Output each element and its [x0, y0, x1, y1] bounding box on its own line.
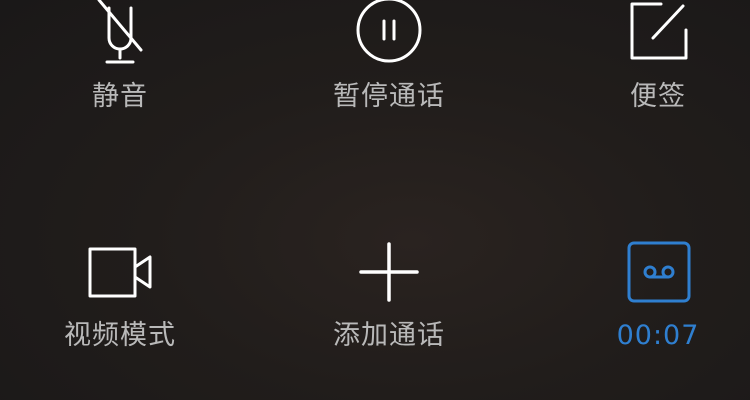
plus-icon	[354, 237, 424, 307]
video-mode-button[interactable]: 视频模式	[0, 237, 245, 353]
notes-label: 便签	[630, 81, 686, 112]
hold-call-button[interactable]: 暂停通话	[264, 0, 514, 114]
mute-button[interactable]: 静音	[0, 0, 245, 114]
add-call-label: 添加通话	[333, 320, 445, 351]
notes-button[interactable]: 便签	[533, 0, 750, 114]
mute-label: 静音	[92, 81, 148, 112]
mic-off-icon	[85, 0, 155, 68]
video-mode-label: 视频模式	[64, 320, 176, 351]
recording-timer: 00:07	[616, 320, 700, 351]
add-call-button[interactable]: 添加通话	[264, 237, 514, 353]
video-camera-icon	[85, 237, 155, 307]
record-call-button[interactable]: 00:07	[533, 237, 750, 353]
note-edit-icon	[623, 0, 693, 68]
pause-icon	[354, 0, 424, 68]
voicemail-record-icon	[623, 237, 693, 307]
in-call-controls-grid: 静音 暂停通话 便签 视频模式 添加通话 00:07	[0, 0, 750, 400]
hold-call-label: 暂停通话	[333, 81, 445, 112]
